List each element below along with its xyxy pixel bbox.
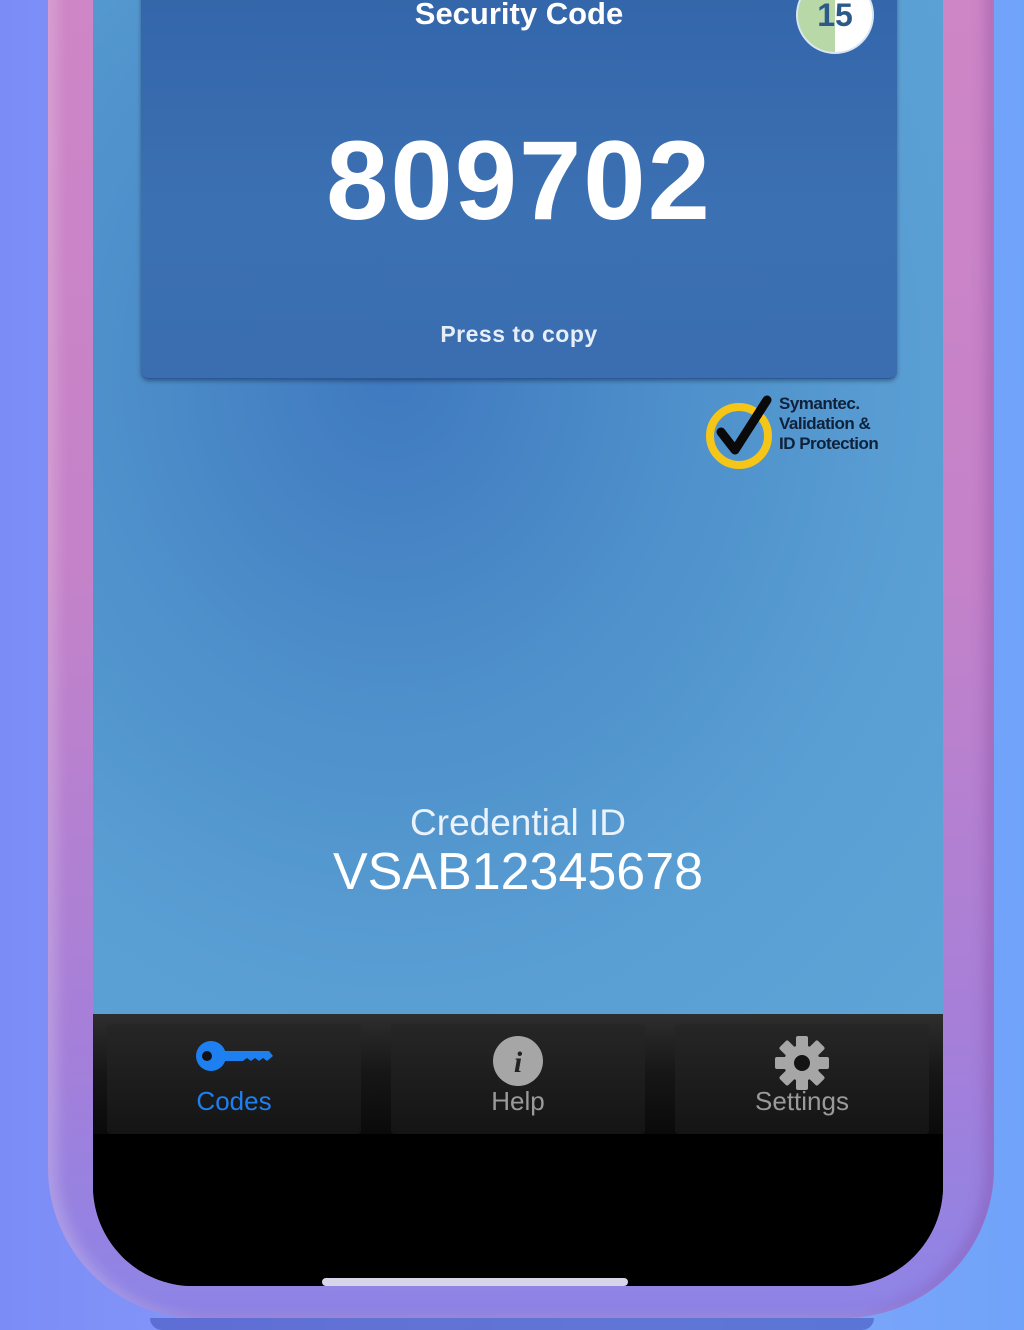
press-to-copy-hint: Press to copy — [440, 321, 598, 347]
home-indicator[interactable] — [322, 1278, 628, 1286]
svg-text:i: i — [514, 1046, 523, 1079]
security-code[interactable]: 809702 — [141, 116, 897, 245]
phone-body: Security Code 15 809702 Press to copy Sy… — [48, 0, 994, 1318]
tab-settings-label: Settings — [755, 1086, 849, 1116]
screen: Security Code 15 809702 Press to copy Sy… — [93, 0, 943, 1286]
badge-text: Symantec. Validation & ID Protection — [779, 394, 879, 454]
key-icon — [193, 1034, 275, 1083]
credential-id-value: VSAB12345678 — [332, 843, 704, 901]
tab-bar: Codes i Help Settings — [93, 1014, 943, 1286]
tab-codes-label: Codes — [196, 1086, 272, 1116]
tab-settings[interactable]: Settings — [675, 1024, 929, 1134]
symantec-badge: Symantec. Validation & ID Protection — [705, 392, 895, 474]
badge-line-1: Symantec. — [779, 394, 860, 413]
credential-id-label: Credential ID — [410, 802, 626, 843]
phone-shadow — [150, 1318, 874, 1330]
tab-help[interactable]: i Help — [391, 1024, 645, 1134]
badge-line-3: ID Protection — [779, 434, 879, 453]
card-title: Security Code — [414, 0, 624, 31]
countdown-timer: 15 — [796, 0, 874, 54]
tab-codes[interactable]: Codes — [107, 1024, 361, 1134]
tab-help-label: Help — [491, 1086, 545, 1116]
countdown-seconds: 15 — [817, 0, 853, 33]
checkmark-seal-icon — [706, 395, 772, 469]
badge-line-2: Validation & — [779, 414, 871, 433]
info-icon: i — [491, 1034, 545, 1093]
security-code-card[interactable]: Security Code 15 809702 Press to copy — [141, 0, 897, 379]
